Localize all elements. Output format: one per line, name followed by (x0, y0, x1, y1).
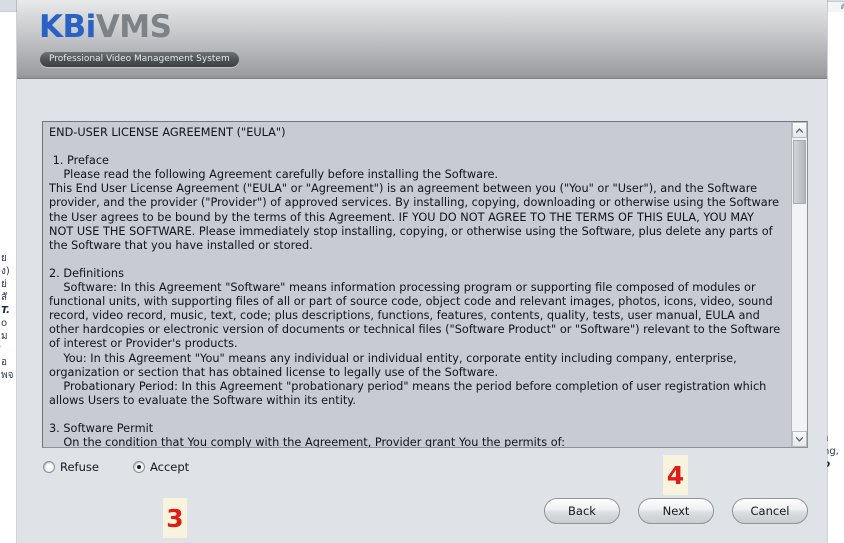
license-agreement-text: END-USER LICENSE AGREEMENT ("EULA") 1. P… (49, 126, 781, 447)
scrollbar-thumb[interactable] (793, 140, 806, 204)
background-left-text-column: ย ง) ย่ สั T. o ม ั อ พจ (0, 12, 18, 543)
back-button[interactable]: Back (544, 498, 620, 524)
radio-label-refuse: Refuse (60, 460, 99, 474)
background-text-line: ม (1, 331, 8, 342)
logo-text-vms: VMS (95, 9, 172, 45)
background-text-line: ย (1, 253, 7, 264)
radio-option-accept[interactable]: Accept (132, 460, 190, 474)
radio-button-refuse[interactable] (43, 461, 55, 473)
radio-label-accept: Accept (149, 460, 190, 474)
background-text-line: ย่ (1, 279, 7, 290)
background-text-line: ง) (1, 266, 10, 277)
installer-header-banner: KBiVMS Professional Video Management Sys… (17, 0, 827, 79)
next-button[interactable]: Next (638, 498, 714, 524)
background-text-line: อ (1, 357, 8, 368)
license-scrollbar[interactable] (791, 122, 807, 447)
annotation-marker-4: 4 (663, 455, 688, 495)
radio-option-refuse[interactable]: Refuse (43, 460, 99, 474)
radio-button-accept[interactable] (132, 461, 145, 473)
scroll-up-button[interactable] (792, 122, 807, 138)
logo-text-i: i (85, 9, 97, 45)
license-choice-group: Refuse Accept (43, 460, 189, 474)
installer-window: KBiVMS Professional Video Management Sys… (17, 0, 827, 543)
wizard-button-row: Back Next Cancel (544, 498, 808, 524)
product-tagline-badge: Professional Video Management System (40, 52, 239, 67)
annotation-marker-3: 3 (163, 498, 187, 538)
background-text-line: สั (1, 292, 8, 303)
kbivms-logo: KBiVMS (39, 8, 172, 46)
chevron-down-icon (796, 436, 803, 442)
background-text-line: T. (1, 305, 10, 316)
background-text-line: o (1, 318, 8, 329)
license-agreement-box: END-USER LICENSE AGREEMENT ("EULA") 1. P… (42, 121, 808, 448)
installer-body-panel: END-USER LICENSE AGREEMENT ("EULA") 1. P… (17, 79, 827, 543)
background-text-line: ั (0, 343, 18, 356)
background-text-line: พจ (1, 370, 14, 381)
scroll-down-button[interactable] (792, 431, 807, 447)
logo-text-kb: KB (39, 9, 86, 45)
chevron-up-icon (796, 127, 803, 133)
cancel-button[interactable]: Cancel (732, 498, 808, 524)
